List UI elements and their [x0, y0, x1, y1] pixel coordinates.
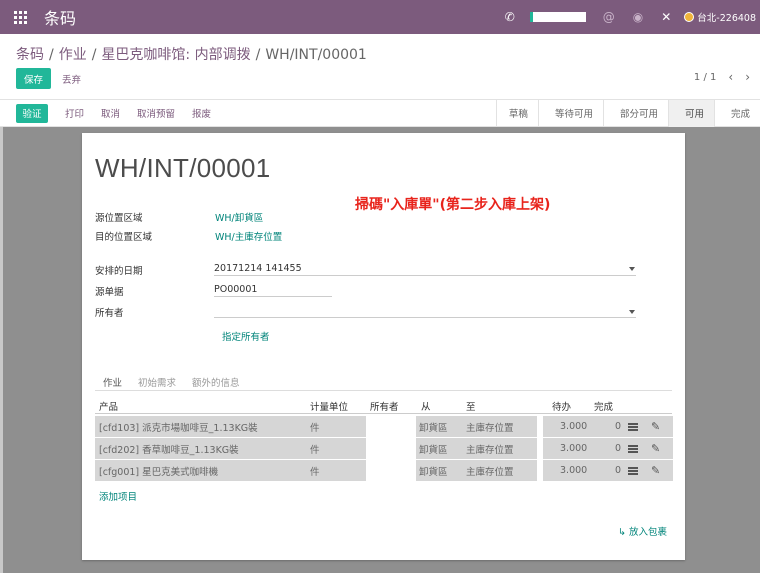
- row-owner: [366, 416, 416, 437]
- close-icon[interactable]: ✕: [661, 10, 671, 24]
- step-done[interactable]: 完成: [713, 99, 760, 127]
- source-doc-label: 源单据: [95, 287, 124, 298]
- detail-list-icon[interactable]: [628, 466, 638, 475]
- breadcrumb-operations[interactable]: 作业: [59, 47, 87, 63]
- col-done[interactable]: 完成: [594, 399, 613, 413]
- document-title: WH/INT/00001: [95, 153, 271, 183]
- add-item-link[interactable]: 添加项目: [99, 489, 137, 503]
- print-button[interactable]: 打印: [65, 106, 84, 120]
- row-todo: 3.000: [560, 443, 588, 454]
- source-location-label: 源位置区域: [95, 213, 143, 224]
- row-uom: 件: [310, 416, 366, 437]
- step-draft[interactable]: 草稿: [495, 99, 538, 127]
- notebook-tabs: 作业 初始需求 额外的信息: [95, 371, 672, 391]
- owner-field[interactable]: [214, 303, 636, 318]
- source-doc-value: PO00001: [214, 283, 258, 295]
- tab-initial-demand[interactable]: 初始需求: [130, 371, 184, 390]
- status-indicator-bar[interactable]: [529, 12, 586, 22]
- step-partially-available[interactable]: 部分可用: [602, 99, 668, 127]
- table-row[interactable]: [cfd202] 香草咖啡豆_1.13KG裝 件 卸貨區 主庫存位置 3.000…: [95, 438, 673, 459]
- status-bar: 验证 打印 取消 取消预留 报废 草稿 等待可用 部分可用 可用 完成: [0, 99, 760, 127]
- row-done: 0: [615, 465, 622, 476]
- apps-grid-icon[interactable]: [14, 10, 27, 24]
- breadcrumb: 条码 / 作业 / 星巴克咖啡馆: 内部调拨 / WH/INT/00001: [16, 47, 367, 63]
- navbar-systray: ✆ @ ◉ ✕ 台北-226408: [496, 0, 760, 34]
- pager-value[interactable]: 1 / 1: [694, 72, 716, 83]
- pager: 1 / 1 ‹ ›: [694, 70, 750, 84]
- app-title: 条码: [44, 9, 77, 28]
- validate-button[interactable]: 验证: [16, 103, 48, 123]
- user-avatar: [684, 12, 695, 22]
- scrap-button[interactable]: 报废: [192, 106, 211, 120]
- detail-list-icon[interactable]: [628, 444, 638, 453]
- edit-pencil-icon[interactable]: ✎: [651, 420, 660, 433]
- scheduled-date-caret-icon[interactable]: [629, 267, 635, 271]
- put-in-pack-button[interactable]: ↳ 放入包裹: [618, 524, 667, 538]
- table-row[interactable]: [cfg001] 星巴克美式咖啡機 件 卸貨區 主庫存位置 3.000 0 ✎: [95, 460, 673, 481]
- owner-label: 所有者: [95, 308, 124, 319]
- source-location-value[interactable]: WH/卸貨區: [215, 210, 263, 224]
- assign-owner-button[interactable]: 指定所有者: [222, 329, 270, 343]
- form-sheet: WH/INT/00001 掃碼"入庫單"(第二步入庫上架) 源位置区域 WH/卸…: [82, 133, 685, 560]
- row-to: 主庫存位置: [466, 466, 514, 478]
- col-to[interactable]: 至: [466, 399, 476, 413]
- row-owner: [366, 460, 416, 481]
- detail-list-icon[interactable]: [628, 422, 638, 431]
- edit-pencil-icon[interactable]: ✎: [651, 464, 660, 477]
- col-owner[interactable]: 所有者: [370, 399, 399, 413]
- left-edge: [0, 127, 3, 573]
- edit-pencil-icon[interactable]: ✎: [651, 442, 660, 455]
- col-from[interactable]: 从: [421, 399, 431, 413]
- pager-prev-icon[interactable]: ‹: [728, 70, 733, 84]
- chat-icon[interactable]: ◉: [633, 10, 643, 24]
- at-icon[interactable]: @: [603, 10, 615, 24]
- tab-operations[interactable]: 作业: [95, 371, 130, 390]
- source-doc-field[interactable]: PO00001: [214, 282, 332, 297]
- scheduled-date-value: 20171214 141455: [214, 262, 302, 274]
- row-to: 主庫存位置: [466, 422, 514, 434]
- discard-button[interactable]: 丢弃: [62, 68, 81, 89]
- col-product[interactable]: 产品: [99, 399, 118, 413]
- table-header: 产品 计量单位 所有者 从 至 待办 完成: [95, 395, 672, 414]
- row-uom: 件: [310, 460, 366, 481]
- row-done: 0: [615, 421, 622, 432]
- user-menu[interactable]: 台北-226408: [684, 10, 756, 24]
- unreserve-button[interactable]: 取消预留: [137, 106, 175, 120]
- dest-location-value[interactable]: WH/主庫存位置: [215, 229, 282, 243]
- save-button[interactable]: 保存: [16, 68, 51, 89]
- col-uom[interactable]: 计量单位: [310, 399, 348, 413]
- dest-location-label: 目的位置区域: [95, 232, 153, 243]
- scheduled-date-label: 安排的日期: [95, 266, 143, 277]
- col-todo[interactable]: 待办: [552, 399, 571, 413]
- row-owner: [366, 438, 416, 459]
- scan-annotation: 掃碼"入庫單"(第二步入庫上架): [355, 197, 551, 213]
- owner-caret-icon[interactable]: [629, 310, 635, 314]
- breadcrumb-internal-transfer[interactable]: 星巴克咖啡馆: 内部调拨: [101, 47, 250, 63]
- scheduled-date-field[interactable]: 20171214 141455: [214, 261, 636, 276]
- row-uom: 件: [310, 438, 366, 459]
- breadcrumb-current: WH/INT/00001: [265, 47, 367, 63]
- row-todo: 3.000: [560, 465, 588, 476]
- cancel-button[interactable]: 取消: [101, 106, 120, 120]
- tab-extra-info[interactable]: 额外的信息: [184, 371, 248, 390]
- user-label: 台北-226408: [697, 13, 756, 24]
- table-row[interactable]: [cfd103] 派克市場咖啡豆_1.13KG裝 件 卸貨區 主庫存位置 3.0…: [95, 416, 673, 437]
- pager-next-icon[interactable]: ›: [745, 70, 750, 84]
- row-todo: 3.000: [560, 421, 588, 432]
- phone-icon[interactable]: ✆: [505, 10, 515, 24]
- top-navbar: 条码 ✆ @ ◉ ✕ 台北-226408: [0, 0, 760, 34]
- breadcrumb-barcode[interactable]: 条码: [16, 47, 44, 63]
- state-steps: 草稿 等待可用 部分可用 可用 完成: [495, 99, 760, 127]
- step-available[interactable]: 可用: [667, 99, 714, 127]
- row-to: 主庫存位置: [466, 444, 514, 456]
- step-waiting[interactable]: 等待可用: [537, 99, 603, 127]
- row-done: 0: [615, 443, 622, 454]
